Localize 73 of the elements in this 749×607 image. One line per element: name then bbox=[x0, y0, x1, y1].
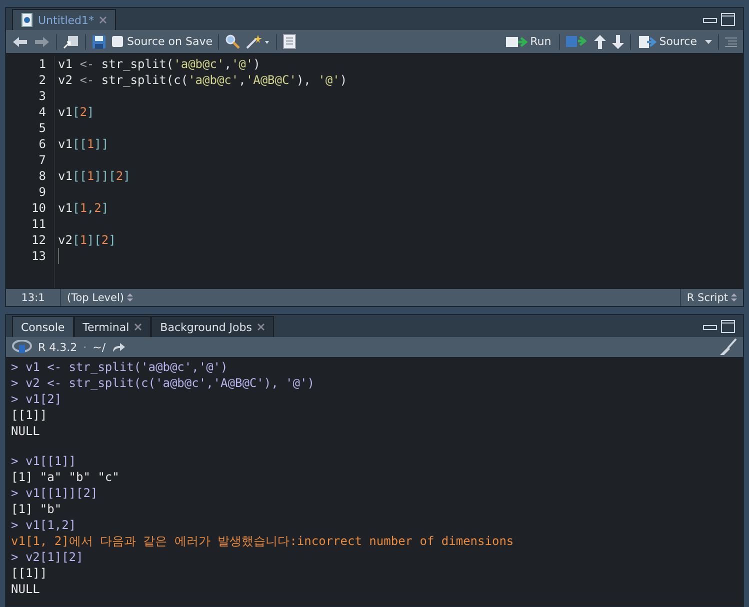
cursor-position: 13:1 bbox=[6, 289, 61, 306]
console-line: [1] "a" "b" "c" bbox=[11, 470, 120, 484]
console-tab[interactable]: Console bbox=[12, 316, 74, 337]
console-line: > v1[[1]][2] bbox=[11, 486, 98, 500]
back-arrow-icon[interactable] bbox=[12, 36, 28, 48]
console-line: > v1 <- str_split('a@b@c','@') bbox=[11, 360, 228, 374]
r-logo-icon bbox=[12, 340, 32, 354]
r-version: R 4.3.2 bbox=[38, 340, 78, 354]
close-icon[interactable] bbox=[134, 323, 142, 331]
code-line: v1[[1]] bbox=[58, 136, 109, 152]
console-line: [[1]] bbox=[11, 408, 48, 422]
dropdown-caret-icon[interactable] bbox=[705, 40, 712, 44]
working-directory: ~/ bbox=[92, 340, 106, 354]
magic-wand-icon[interactable] bbox=[246, 34, 270, 49]
console-tab[interactable]: Background Jobs bbox=[151, 316, 274, 337]
line-number: 2 bbox=[38, 72, 46, 88]
console-line: [1] "b" bbox=[11, 502, 62, 516]
console-line: > v2 <- str_split(c('a@b@c','A@B@C'), '@') bbox=[11, 376, 314, 390]
file-type-selector[interactable]: R Script bbox=[680, 289, 743, 306]
minimize-icon[interactable] bbox=[703, 322, 717, 330]
console-line: [[1]] bbox=[11, 566, 48, 580]
source-icon bbox=[639, 36, 658, 48]
updown-caret-icon bbox=[126, 293, 133, 302]
close-icon[interactable] bbox=[256, 323, 265, 331]
code-line: v1[1,2] bbox=[58, 200, 109, 216]
line-number: 6 bbox=[38, 136, 46, 152]
line-number: 10 bbox=[30, 200, 46, 216]
show-in-window-icon[interactable] bbox=[63, 34, 79, 48]
console-line: > v1[[1]] bbox=[11, 454, 76, 468]
run-button[interactable]: Run bbox=[504, 32, 554, 52]
console-line: NULL bbox=[11, 582, 40, 596]
source-button[interactable]: Source bbox=[637, 32, 699, 52]
console-line: > v1[2] bbox=[11, 392, 62, 406]
line-number: 11 bbox=[30, 216, 46, 232]
save-icon[interactable] bbox=[92, 34, 106, 48]
line-number: 13 bbox=[30, 248, 46, 264]
console-line: NULL bbox=[11, 424, 40, 438]
text-cursor bbox=[58, 248, 59, 264]
checkbox-square[interactable] bbox=[112, 36, 123, 47]
console-line: > v2[1][2] bbox=[11, 550, 84, 564]
broom-icon[interactable] bbox=[719, 338, 737, 356]
line-number: 5 bbox=[38, 120, 46, 136]
close-icon[interactable] bbox=[99, 16, 108, 24]
down-arrow-icon[interactable] bbox=[612, 34, 624, 48]
line-number: 4 bbox=[38, 104, 46, 120]
line-number: 9 bbox=[38, 184, 46, 200]
code-line: v1[2] bbox=[58, 104, 94, 120]
separator-dot: · bbox=[83, 340, 87, 354]
up-arrow-icon[interactable] bbox=[594, 34, 606, 48]
line-number: 1 bbox=[38, 56, 46, 72]
code-line: v2[1][2] bbox=[58, 232, 116, 248]
r-file-icon bbox=[21, 13, 33, 27]
updown-caret-icon bbox=[731, 293, 737, 302]
console-tab[interactable]: Terminal bbox=[74, 316, 152, 337]
code-line: v1[[1]][2] bbox=[58, 168, 130, 184]
line-number: 7 bbox=[38, 152, 46, 168]
code-line: v1 <- str_split('a@b@c','@') bbox=[58, 56, 260, 72]
line-number: 8 bbox=[38, 168, 46, 184]
line-number: 3 bbox=[38, 88, 46, 104]
code-line: v2 <- str_split(c('a@b@c','A@B@C'), '@') bbox=[58, 72, 348, 88]
line-number: 12 bbox=[30, 232, 46, 248]
console-line: > v1[1,2] bbox=[11, 518, 76, 532]
editor-tab[interactable]: Untitled1* bbox=[12, 9, 116, 30]
maximize-icon[interactable] bbox=[721, 13, 735, 26]
maximize-icon[interactable] bbox=[721, 320, 735, 333]
compile-report-icon[interactable] bbox=[283, 34, 296, 49]
run-icon bbox=[506, 36, 528, 48]
scope-selector[interactable]: (Top Level) bbox=[61, 289, 139, 306]
minimize-icon[interactable] bbox=[703, 16, 717, 24]
search-icon[interactable] bbox=[225, 34, 240, 49]
console-line: v1[1, 2]에서 다음과 같은 에러가 발생했습니다:incorrect number of dimensions bbox=[11, 534, 514, 548]
rerun-icon[interactable] bbox=[566, 35, 588, 48]
share-arrow-icon[interactable] bbox=[112, 342, 125, 352]
